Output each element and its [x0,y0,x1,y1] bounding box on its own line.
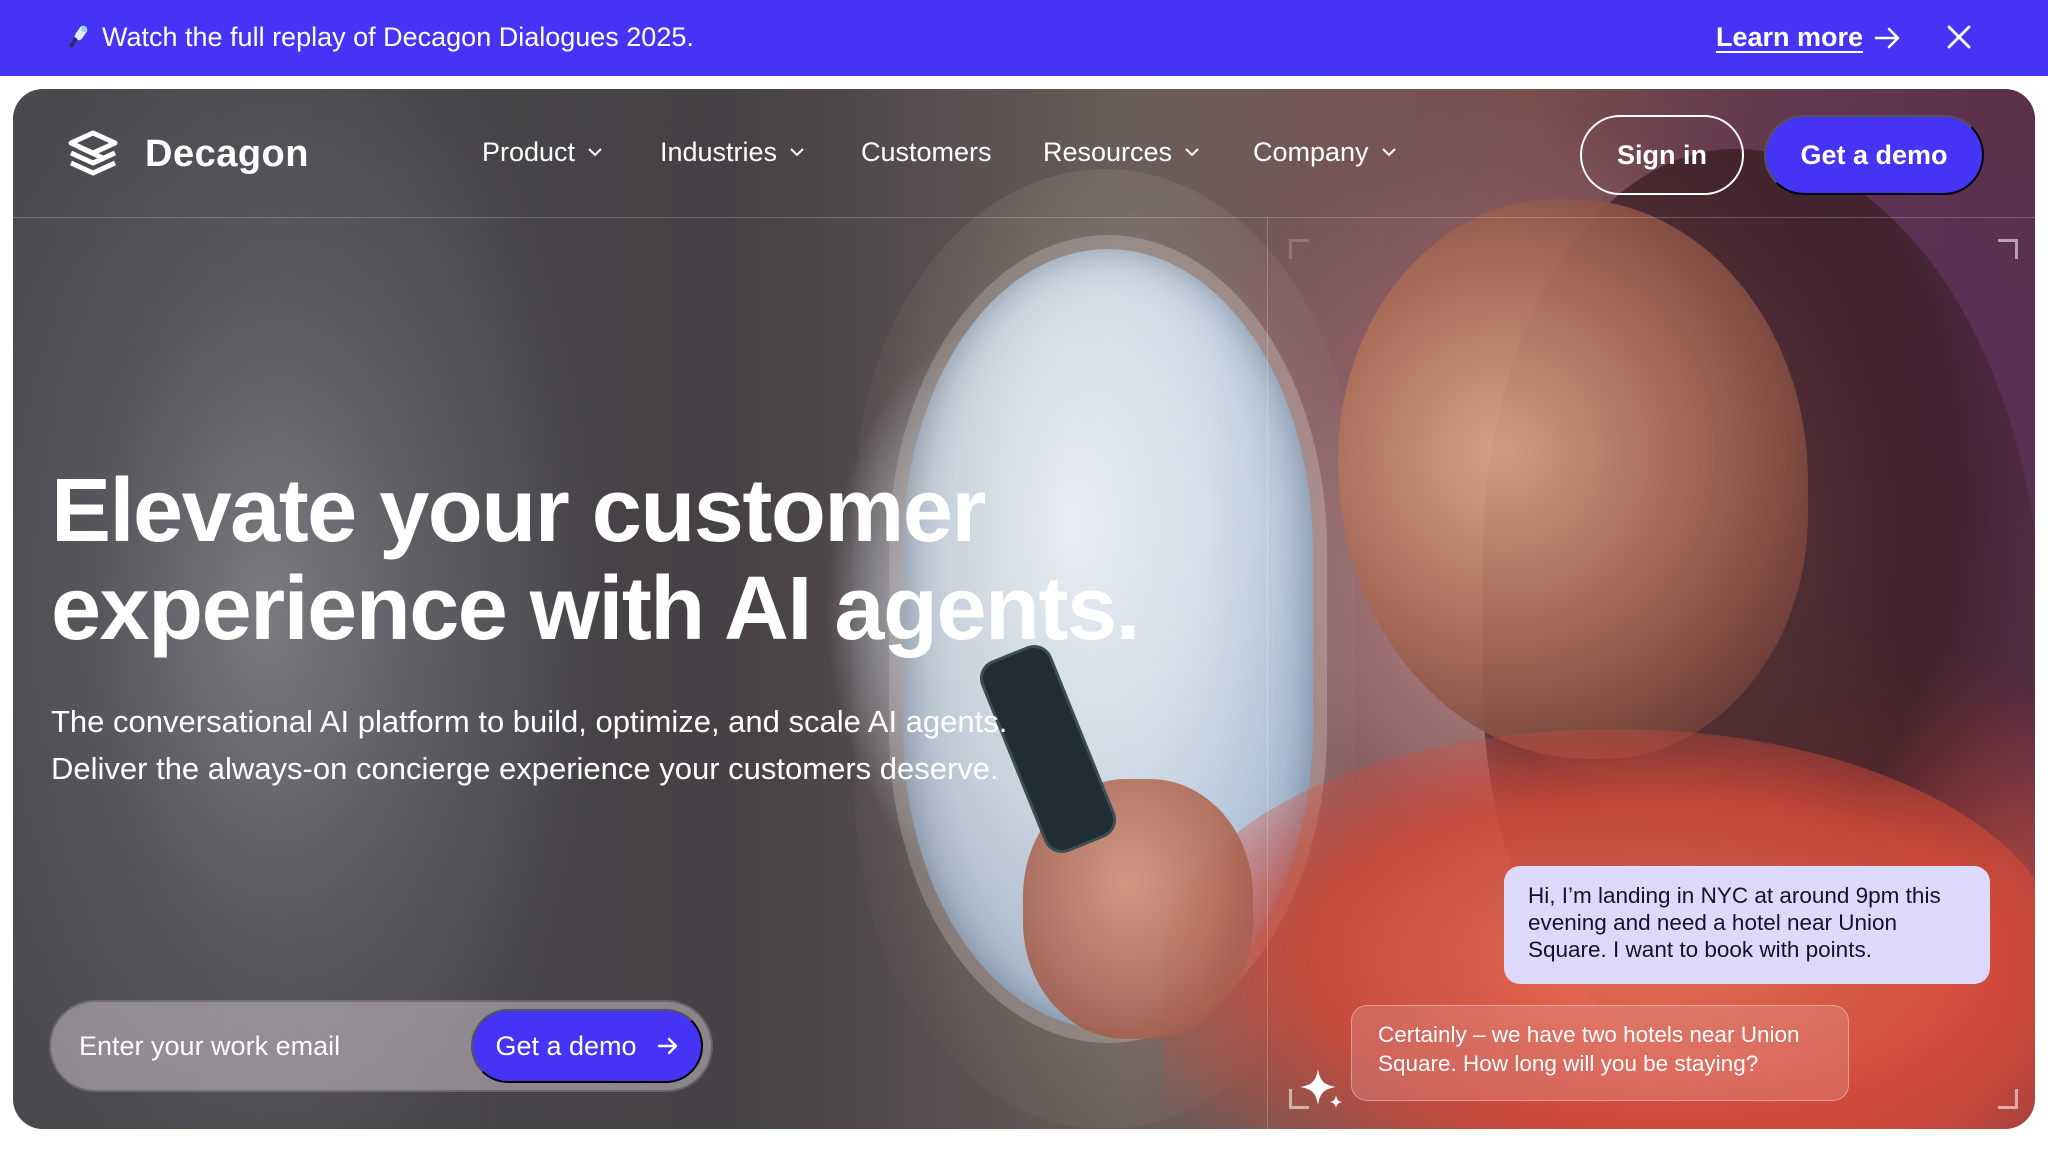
nav-customers[interactable]: Customers [861,135,992,169]
chevron-down-icon [790,148,804,157]
learn-more-link[interactable]: Learn more [1716,20,1863,54]
email-capture-form: Get a demo [51,1002,711,1090]
chevron-down-icon [1185,148,1199,157]
banner-text: Watch the full replay of Decagon Dialogu… [102,22,694,52]
headline-line: Elevate your customer [51,461,986,561]
get-demo-button[interactable]: Get a demo [1764,115,1984,195]
chevron-down-icon [588,148,602,157]
nav-company[interactable]: Company [1253,135,1397,169]
hero-get-demo-button[interactable]: Get a demo [471,1009,703,1083]
nav-item-label: Product [482,137,576,167]
nav-product[interactable]: Product [482,135,603,169]
close-icon[interactable] [1944,22,1974,52]
sparkle-icon [1300,1069,1342,1108]
agent-chat-bubble: Certainly – we have two hotels near Unio… [1351,1005,1849,1101]
person-face [1338,199,1808,759]
brand-name: Decagon [145,132,309,175]
sign-in-button[interactable]: Sign in [1580,115,1744,195]
nav-industries[interactable]: Industries [660,135,805,169]
arrow-right-icon[interactable] [1873,24,1903,52]
nav-item-label: Customers [861,137,992,167]
hero-section: Decagon Product Industries Customers Res… [13,89,2035,1129]
microphone-icon [69,25,88,48]
hero-headline: Elevate your customer experience with AI… [51,462,1251,658]
button-label: Get a demo [495,1030,637,1061]
nav-item-label: Company [1253,137,1369,167]
announcement-banner: Watch the full replay of Decagon Dialogu… [0,0,2048,76]
headline-line: experience with AI agents. [51,559,1141,659]
brand-logo[interactable]: Decagon [65,129,309,179]
frame-corner [1289,239,1309,259]
nav-resources[interactable]: Resources [1043,135,1200,169]
frame-corner [1998,239,2018,259]
subhead-line: The conversational AI platform to build,… [51,704,1008,739]
nav-item-label: Industries [660,137,778,167]
chevron-down-icon [1381,148,1396,157]
hero-subheading: The conversational AI platform to build,… [51,698,1151,792]
user-chat-bubble: Hi, I’m landing in NYC at around 9pm thi… [1504,866,1990,984]
vertical-divider [1267,217,1268,1129]
decagon-logo-icon [68,130,118,176]
subhead-line: Deliver the always-on concierge experien… [51,751,999,786]
nav-divider [13,217,2035,218]
frame-corner [1998,1089,2018,1109]
nav-item-label: Resources [1043,137,1173,167]
arrow-right-icon [657,1037,677,1055]
work-email-input[interactable] [79,1002,469,1090]
